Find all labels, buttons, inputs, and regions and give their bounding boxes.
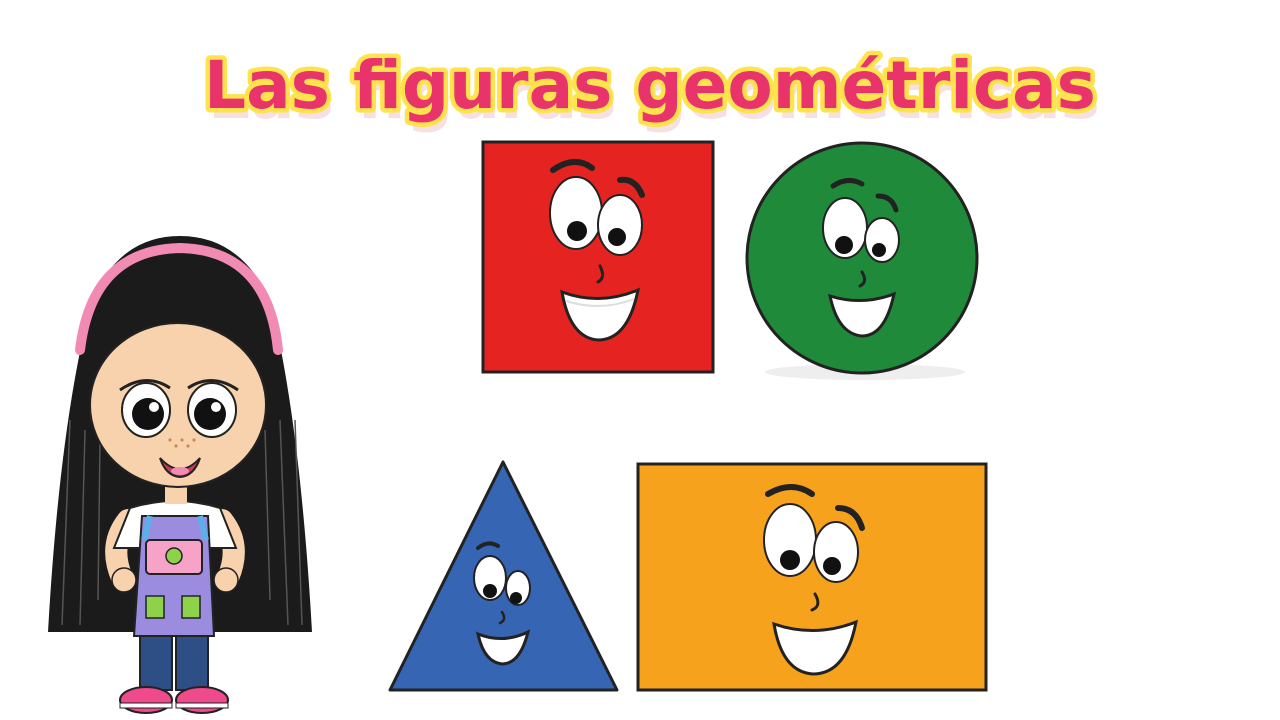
title-group: Las figuras geométricas Las figuras geom… [200,43,1101,135]
smiling-circle-icon [745,141,979,380]
smiling-square-icon [481,140,715,374]
scene: Las figuras geométricas Las figuras geom… [48,43,1101,714]
smiling-triangle-icon [388,460,619,692]
page-title: Las figuras geométricas [204,47,1096,124]
smiling-rectangle-icon [636,462,988,692]
girl-character-icon [48,236,312,714]
